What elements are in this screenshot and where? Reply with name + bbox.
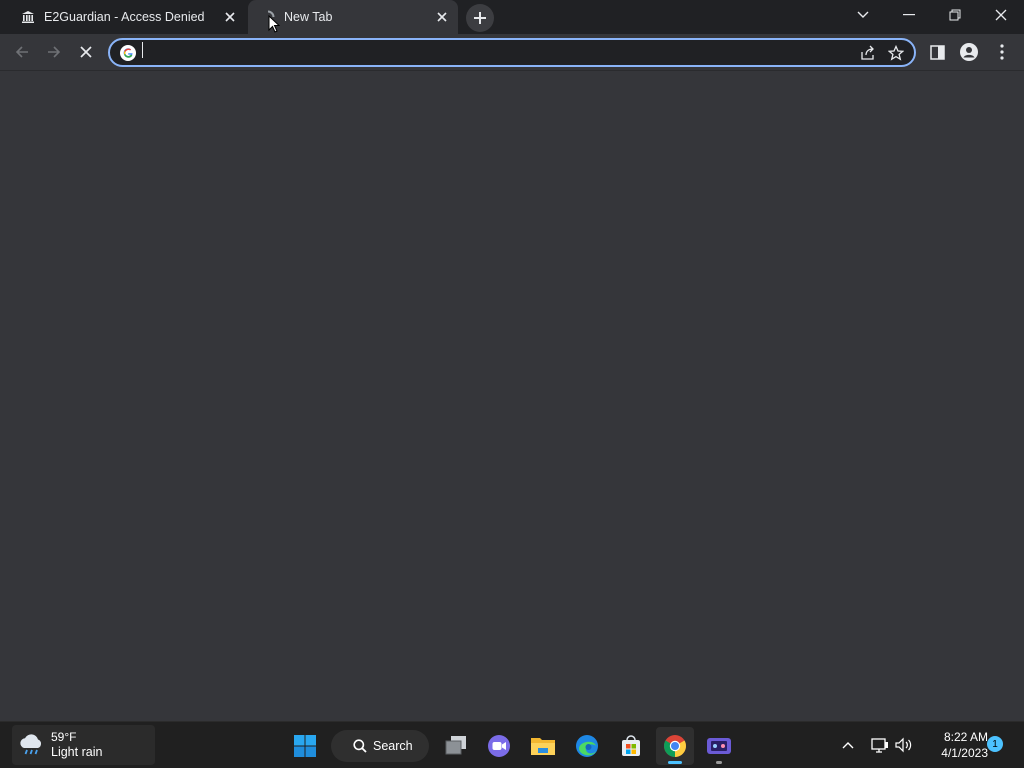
- volume-icon: [895, 737, 912, 753]
- rain-cloud-icon: [20, 734, 42, 755]
- file-explorer-button[interactable]: [524, 727, 562, 765]
- text-caret: [142, 42, 143, 58]
- chrome-icon: [664, 735, 686, 757]
- edge-icon: [576, 735, 598, 757]
- task-view-icon: [445, 736, 466, 755]
- plus-icon: [474, 12, 486, 24]
- tab-title: New Tab: [284, 10, 333, 24]
- forward-arrow-icon: [48, 46, 61, 58]
- bookmark-star-icon[interactable]: [882, 41, 910, 65]
- chevron-down-icon: [857, 11, 869, 18]
- close-tab-icon[interactable]: [220, 7, 240, 27]
- chrome-button[interactable]: [656, 727, 694, 765]
- close-window-button[interactable]: [978, 0, 1024, 30]
- side-panel-icon: [929, 44, 945, 60]
- stop-icon: [80, 46, 92, 58]
- weather-widget[interactable]: 59°F Light rain: [12, 725, 155, 765]
- new-tab-button[interactable]: [466, 4, 494, 32]
- close-tab-icon[interactable]: [432, 7, 452, 27]
- tab-title: E2Guardian - Access Denied: [44, 10, 205, 24]
- search-icon: [353, 739, 367, 753]
- menu-button[interactable]: [987, 37, 1017, 67]
- profile-icon: [960, 43, 978, 61]
- notification-badge[interactable]: 1: [987, 736, 1003, 752]
- network-icon: [871, 738, 888, 753]
- chat-button[interactable]: [480, 727, 518, 765]
- show-hidden-icons-button[interactable]: [836, 731, 860, 759]
- forward-button[interactable]: [39, 37, 69, 67]
- game-app-button[interactable]: [700, 727, 738, 765]
- minimize-icon: [903, 14, 915, 16]
- share-icon[interactable]: [854, 41, 882, 65]
- side-panel-button[interactable]: [922, 37, 952, 67]
- institution-icon: [20, 9, 36, 25]
- close-icon: [995, 9, 1007, 21]
- chevron-up-icon: [842, 742, 854, 749]
- tab-e2guardian[interactable]: E2Guardian - Access Denied: [8, 0, 246, 34]
- store-button[interactable]: [612, 727, 650, 765]
- weather-temp: 59°F: [51, 730, 77, 744]
- omnibox-input[interactable]: [136, 40, 854, 65]
- back-arrow-icon: [15, 46, 28, 58]
- chat-icon: [488, 735, 510, 757]
- stop-loading-button[interactable]: [71, 37, 101, 67]
- search-label: Search: [373, 739, 413, 753]
- running-app-indicator: [716, 761, 722, 764]
- back-button[interactable]: [7, 37, 37, 67]
- kebab-menu-icon: [1000, 44, 1004, 60]
- mouse-cursor-icon: [268, 15, 280, 33]
- store-icon: [622, 735, 640, 756]
- weather-condition: Light rain: [51, 745, 103, 759]
- tab-search-button[interactable]: [840, 0, 886, 30]
- minimize-button[interactable]: [886, 0, 932, 30]
- restore-button[interactable]: [932, 0, 978, 30]
- restore-icon: [949, 9, 961, 21]
- clock-date: 4/1/2023: [941, 746, 988, 760]
- network-tray-button[interactable]: [868, 731, 892, 759]
- system-clock[interactable]: 8:22 AM 4/1/2023: [916, 729, 988, 761]
- volume-tray-button[interactable]: [892, 731, 916, 759]
- profile-button[interactable]: [954, 37, 984, 67]
- google-icon: [120, 44, 136, 61]
- page-content: [0, 71, 1024, 721]
- file-explorer-icon: [531, 738, 555, 755]
- taskbar-search[interactable]: Search: [331, 730, 429, 762]
- windows-start-icon: [294, 735, 316, 757]
- active-app-indicator: [668, 761, 682, 764]
- task-view-button[interactable]: [437, 727, 475, 765]
- tab-strip: E2Guardian - Access Denied New Tab: [0, 0, 1024, 34]
- taskbar: 59°F Light rain Search 8:22 AM 4/1/2023: [0, 721, 1024, 768]
- clock-time: 8:22 AM: [943, 730, 988, 744]
- address-bar[interactable]: [108, 38, 916, 67]
- start-button[interactable]: [286, 727, 324, 765]
- browser-toolbar: [0, 34, 1024, 71]
- edge-button[interactable]: [568, 727, 606, 765]
- game-icon: [707, 738, 731, 754]
